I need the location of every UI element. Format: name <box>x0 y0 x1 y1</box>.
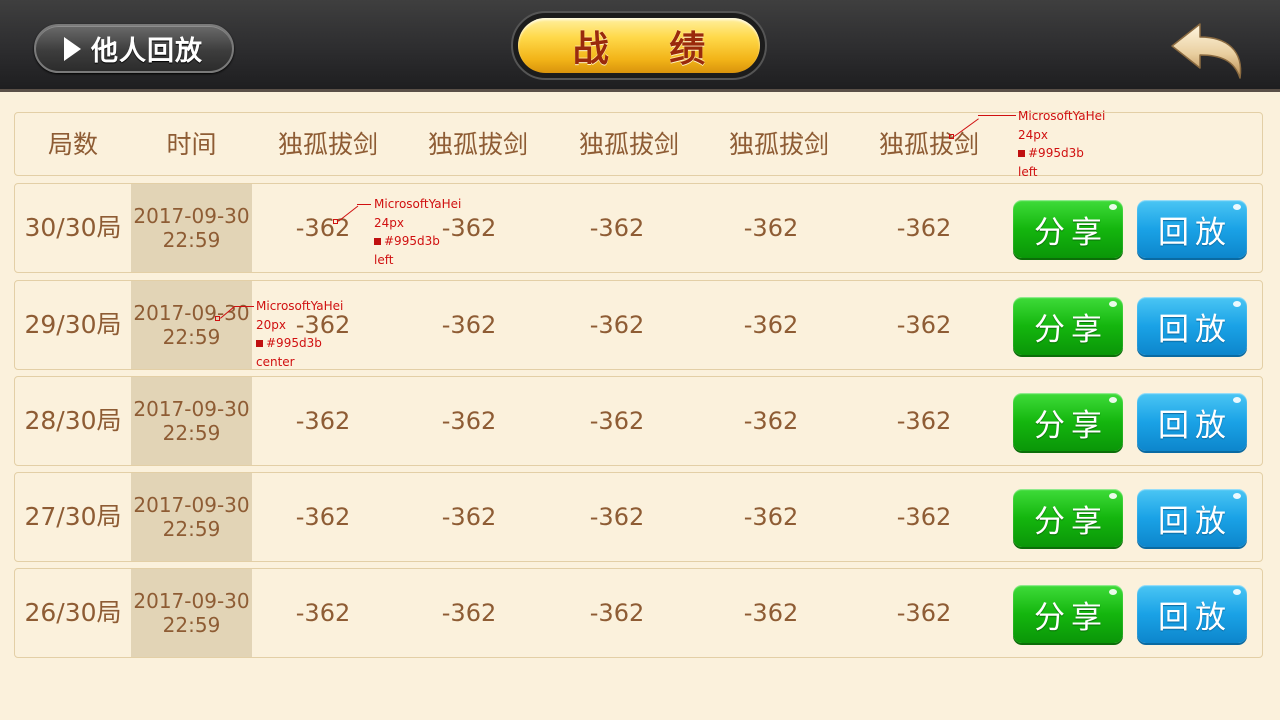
share-button[interactable]: 分享 <box>1013 393 1123 451</box>
game-time: 2017-09-30 22:59 <box>131 473 252 561</box>
annotation-color: #995d3b <box>1028 146 1084 160</box>
header-player-2: 独孤拔剑 <box>427 130 528 159</box>
annotation-font: MicrosoftYaHei <box>256 299 344 313</box>
annotation-color: #995d3b <box>384 234 440 248</box>
player-score: -362 <box>295 407 351 435</box>
back-button[interactable] <box>1168 20 1248 82</box>
annotation-text: MicrosoftYaHei 24px #995d3b left <box>1018 107 1105 181</box>
player-score: -362 <box>743 599 799 627</box>
table-row: 29/30局 2017-09-30 22:59 -362 -362 -362 -362 -36… <box>14 280 1263 370</box>
back-arrow-icon <box>1171 23 1242 79</box>
game-time: 2017-09-30 22:59 <box>131 281 252 369</box>
player-score: -362 <box>589 214 645 242</box>
game-time: 2017-09-30 22:59 <box>131 184 252 272</box>
player-score: -362 <box>295 599 351 627</box>
share-button[interactable]: 分享 <box>1013 200 1123 258</box>
annotation-size: 24px <box>374 215 404 230</box>
player-score: -362 <box>743 503 799 531</box>
annotation-align: center <box>256 354 295 369</box>
game-clock: 22:59 <box>162 421 221 445</box>
annotation-text: MicrosoftYaHei 20px #995d3b center <box>256 297 343 371</box>
player-score: -362 <box>295 214 351 242</box>
player-score: -362 <box>589 407 645 435</box>
annotation-color: #995d3b <box>266 336 322 350</box>
header-time: 时间 <box>166 130 217 159</box>
annotation-font: MicrosoftYaHei <box>1018 109 1106 123</box>
annotation-size: 24px <box>1018 127 1048 142</box>
header-player-5: 独孤拔剑 <box>878 130 979 159</box>
player-score: -362 <box>896 503 952 531</box>
annotation-leader <box>978 115 1016 116</box>
player-score: -362 <box>896 599 952 627</box>
round-number: 26/30局 <box>24 598 122 627</box>
game-date: 2017-09-30 <box>133 397 250 421</box>
game-time: 2017-09-30 22:59 <box>131 377 252 465</box>
replay-button[interactable]: 回放 <box>1137 489 1247 547</box>
top-bar: 他人回放 战 绩 <box>0 0 1280 92</box>
game-clock: 22:59 <box>162 517 221 541</box>
play-icon <box>64 36 81 61</box>
replay-button[interactable]: 回放 <box>1137 585 1247 643</box>
game-time: 2017-09-30 22:59 <box>131 569 252 657</box>
annotation-font: MicrosoftYaHei <box>374 197 462 211</box>
share-button[interactable]: 分享 <box>1013 585 1123 643</box>
annotation-marker <box>333 219 338 224</box>
annotation-size: 20px <box>256 317 286 332</box>
header-player-1: 独孤拔剑 <box>277 130 378 159</box>
game-clock: 22:59 <box>162 228 221 252</box>
table-row: 26/30局 2017-09-30 22:59 -362 -362 -362 -362 -36… <box>14 568 1263 658</box>
player-score: -362 <box>441 407 497 435</box>
replay-button[interactable]: 回放 <box>1137 200 1247 258</box>
header-player-4: 独孤拔剑 <box>728 130 829 159</box>
share-button[interactable]: 分享 <box>1013 489 1123 547</box>
player-score: -362 <box>743 311 799 339</box>
player-score: -362 <box>441 599 497 627</box>
annotation-text: MicrosoftYaHei 24px #995d3b left <box>374 195 461 269</box>
round-number: 29/30局 <box>24 310 122 339</box>
player-score: -362 <box>589 311 645 339</box>
header-round: 局数 <box>47 130 98 159</box>
table-row: 28/30局 2017-09-30 22:59 -362 -362 -362 -362 -36… <box>14 376 1263 466</box>
player-score: -362 <box>441 503 497 531</box>
annotation-align: left <box>1018 164 1038 179</box>
title-plate: 战 绩 <box>511 11 767 80</box>
table-row: 30/30局 2017-09-30 22:59 -362 -362 -362 -362 -36… <box>14 183 1263 273</box>
replay-others-label: 他人回放 <box>91 36 203 67</box>
annotation-marker <box>949 134 954 139</box>
player-score: -362 <box>295 503 351 531</box>
player-score: -362 <box>896 407 952 435</box>
annotation-align: left <box>374 252 394 267</box>
game-date: 2017-09-30 <box>133 204 250 228</box>
round-number: 30/30局 <box>24 213 122 242</box>
player-score: -362 <box>441 311 497 339</box>
header-player-3: 独孤拔剑 <box>578 130 679 159</box>
player-score: -362 <box>743 407 799 435</box>
round-number: 28/30局 <box>24 406 122 435</box>
replay-others-button[interactable]: 他人回放 <box>34 24 234 73</box>
table-row: 27/30局 2017-09-30 22:59 -362 -362 -362 -362 -36… <box>14 472 1263 562</box>
game-date: 2017-09-30 <box>133 301 250 325</box>
player-score: -362 <box>743 214 799 242</box>
page-title: 战 绩 <box>572 28 730 70</box>
annotation-marker <box>215 316 220 321</box>
player-score: -362 <box>589 599 645 627</box>
replay-button[interactable]: 回放 <box>1137 297 1247 355</box>
player-score: -362 <box>896 214 952 242</box>
replay-button[interactable]: 回放 <box>1137 393 1247 451</box>
player-score: -362 <box>589 503 645 531</box>
game-clock: 22:59 <box>162 325 221 349</box>
game-date: 2017-09-30 <box>133 589 250 613</box>
annotation-leader <box>234 306 254 307</box>
game-clock: 22:59 <box>162 613 221 637</box>
share-button[interactable]: 分享 <box>1013 297 1123 355</box>
game-date: 2017-09-30 <box>133 493 250 517</box>
player-score: -362 <box>896 311 952 339</box>
annotation-leader <box>357 204 371 205</box>
round-number: 27/30局 <box>24 502 122 531</box>
